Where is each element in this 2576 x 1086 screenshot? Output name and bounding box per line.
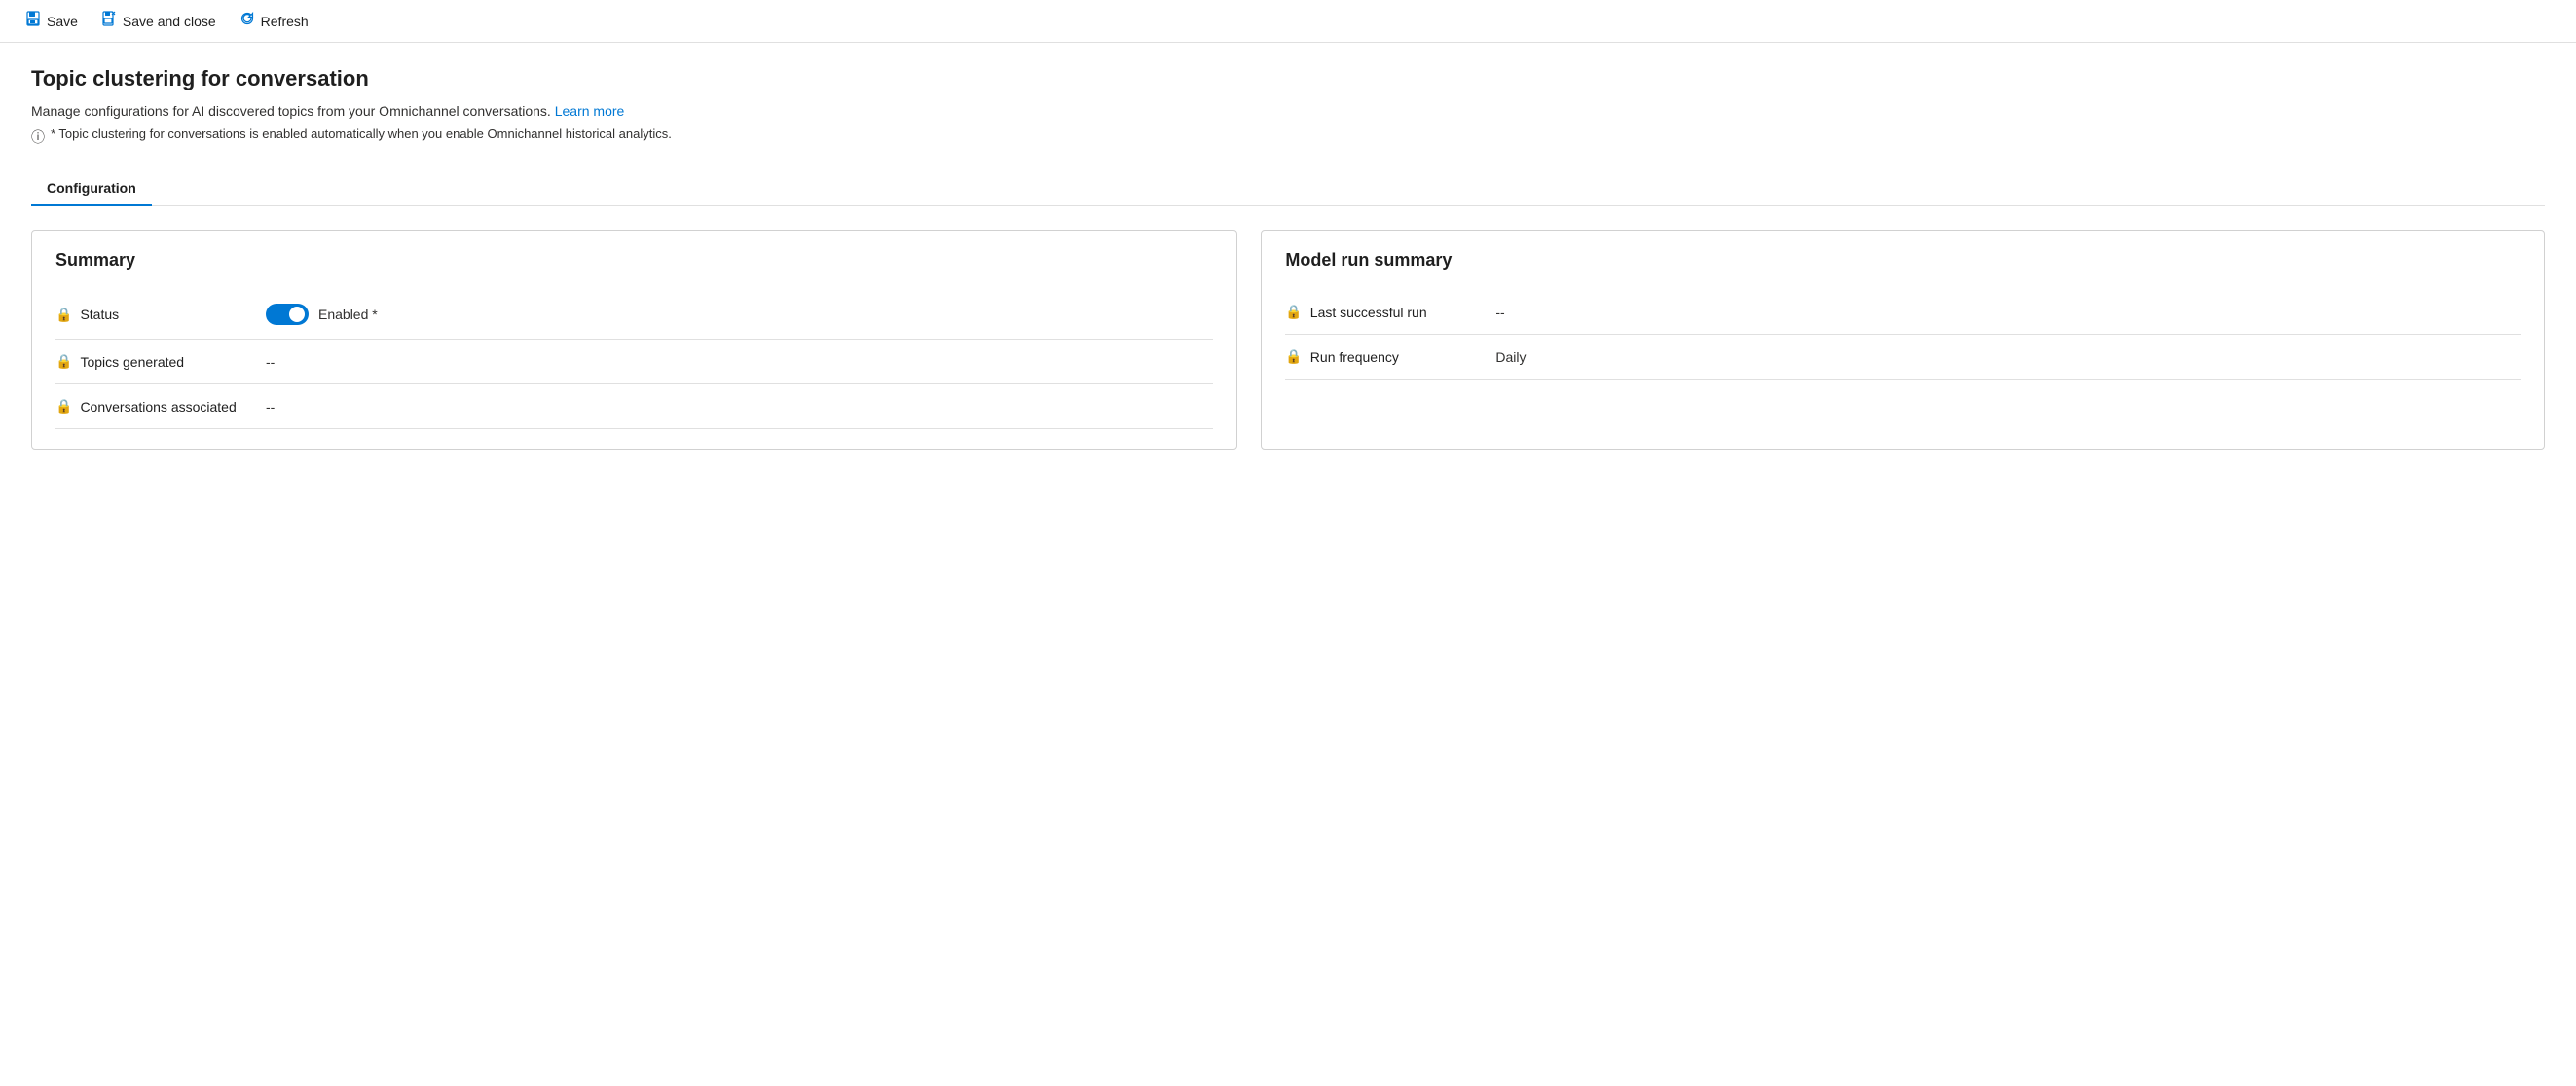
save-and-close-label: Save and close [123, 14, 216, 29]
cards-row: Summary 🔒 Status Enabled * 🔒 [31, 230, 2545, 450]
save-close-icon [101, 11, 117, 31]
topics-generated-label-container: 🔒 Topics generated [55, 353, 250, 370]
save-button[interactable]: Save [16, 5, 88, 37]
tabs-container: Configuration [31, 170, 2545, 206]
page-title: Topic clustering for conversation [31, 66, 2545, 91]
conversations-associated-field-row: 🔒 Conversations associated -- [55, 384, 1213, 429]
model-run-card-title: Model run summary [1285, 250, 2521, 271]
last-run-lock-icon: 🔒 [1285, 304, 1302, 320]
summary-card-title: Summary [55, 250, 1213, 271]
page-description: Manage configurations for AI discovered … [31, 103, 2545, 119]
description-text: Manage configurations for AI discovered … [31, 103, 551, 119]
status-label: Status [80, 307, 119, 322]
page-content: Topic clustering for conversation Manage… [0, 43, 2576, 473]
last-successful-run-field-row: 🔒 Last successful run -- [1285, 290, 2521, 335]
refresh-label: Refresh [261, 14, 309, 29]
save-label: Save [47, 14, 78, 29]
refresh-icon [239, 11, 255, 31]
info-icon: ⓘ [31, 127, 45, 147]
status-toggle-container: Enabled * [266, 304, 378, 325]
run-frequency-value: Daily [1495, 349, 1526, 365]
page-note: ⓘ * Topic clustering for conversations i… [31, 127, 2545, 147]
topics-generated-value: -- [266, 354, 275, 370]
model-run-card: Model run summary 🔒 Last successful run … [1261, 230, 2545, 450]
run-frequency-label: Run frequency [1310, 349, 1399, 365]
conversations-lock-icon: 🔒 [55, 398, 72, 415]
run-frequency-field-row: 🔒 Run frequency Daily [1285, 335, 2521, 380]
last-run-label-container: 🔒 Last successful run [1285, 304, 1480, 320]
topics-generated-field-row: 🔒 Topics generated -- [55, 340, 1213, 384]
run-frequency-label-container: 🔒 Run frequency [1285, 348, 1480, 365]
conversations-associated-label-container: 🔒 Conversations associated [55, 398, 250, 415]
tab-configuration[interactable]: Configuration [31, 170, 152, 205]
save-and-close-button[interactable]: Save and close [92, 5, 226, 37]
tab-configuration-label: Configuration [47, 180, 136, 196]
toggle-slider [266, 304, 309, 325]
save-icon [25, 11, 41, 31]
run-frequency-lock-icon: 🔒 [1285, 348, 1302, 365]
conversations-associated-label: Conversations associated [80, 399, 236, 415]
status-toggle[interactable] [266, 304, 309, 325]
status-label-container: 🔒 Status [55, 307, 250, 323]
last-successful-run-label: Last successful run [1310, 305, 1427, 320]
note-text: * Topic clustering for conversations is … [51, 127, 672, 141]
status-lock-icon: 🔒 [55, 307, 72, 323]
status-toggle-label: Enabled * [318, 307, 378, 322]
topics-generated-label: Topics generated [80, 354, 184, 370]
refresh-button[interactable]: Refresh [230, 5, 318, 37]
summary-card: Summary 🔒 Status Enabled * 🔒 [31, 230, 1237, 450]
last-successful-run-value: -- [1495, 305, 1504, 320]
topics-lock-icon: 🔒 [55, 353, 72, 370]
toolbar: Save Save and close Refresh [0, 0, 2576, 43]
conversations-associated-value: -- [266, 399, 275, 415]
status-field-row: 🔒 Status Enabled * [55, 290, 1213, 340]
learn-more-link[interactable]: Learn more [555, 103, 625, 119]
